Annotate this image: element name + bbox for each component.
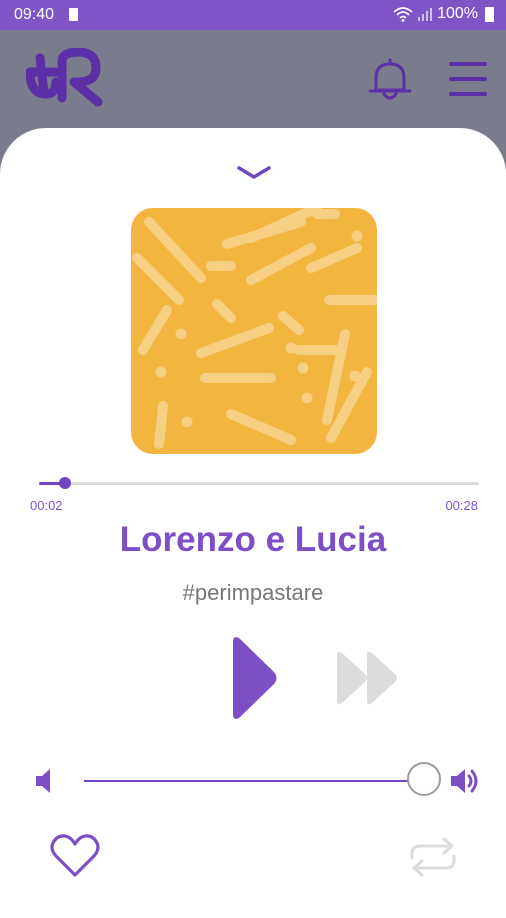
elapsed-time: 00:02 bbox=[30, 498, 63, 513]
bell-icon[interactable] bbox=[366, 56, 414, 104]
chevron-down-icon[interactable] bbox=[237, 166, 271, 180]
total-time: 00:28 bbox=[445, 498, 478, 513]
repeat-icon[interactable] bbox=[407, 836, 459, 878]
heart-icon[interactable] bbox=[50, 833, 100, 879]
volume-slider[interactable] bbox=[84, 762, 441, 796]
sim-icon bbox=[69, 8, 78, 21]
volume-thumb[interactable] bbox=[407, 762, 441, 796]
play-icon[interactable] bbox=[229, 634, 279, 722]
hamburger-menu-icon[interactable] bbox=[449, 62, 487, 96]
track-title: Lorenzo e Lucia bbox=[119, 520, 387, 559]
progress-bar[interactable] bbox=[39, 477, 479, 489]
volume-low-icon bbox=[36, 769, 50, 793]
album-cover bbox=[131, 208, 377, 454]
skip-next-icon[interactable] bbox=[335, 650, 399, 706]
volume-high-icon bbox=[451, 769, 478, 793]
battery-icon bbox=[485, 6, 494, 22]
status-time: 09:40 bbox=[14, 6, 55, 23]
app-logo[interactable] bbox=[26, 48, 104, 108]
track-tag[interactable]: #perimpastare bbox=[0, 580, 506, 606]
status-indicators: 100% bbox=[393, 5, 494, 23]
cover-pattern bbox=[132, 208, 377, 449]
battery-percent: 100% bbox=[437, 5, 478, 22]
signal-icon bbox=[418, 8, 433, 21]
status-bar: 09:40 100% bbox=[0, 0, 506, 30]
wifi-icon bbox=[393, 7, 413, 22]
